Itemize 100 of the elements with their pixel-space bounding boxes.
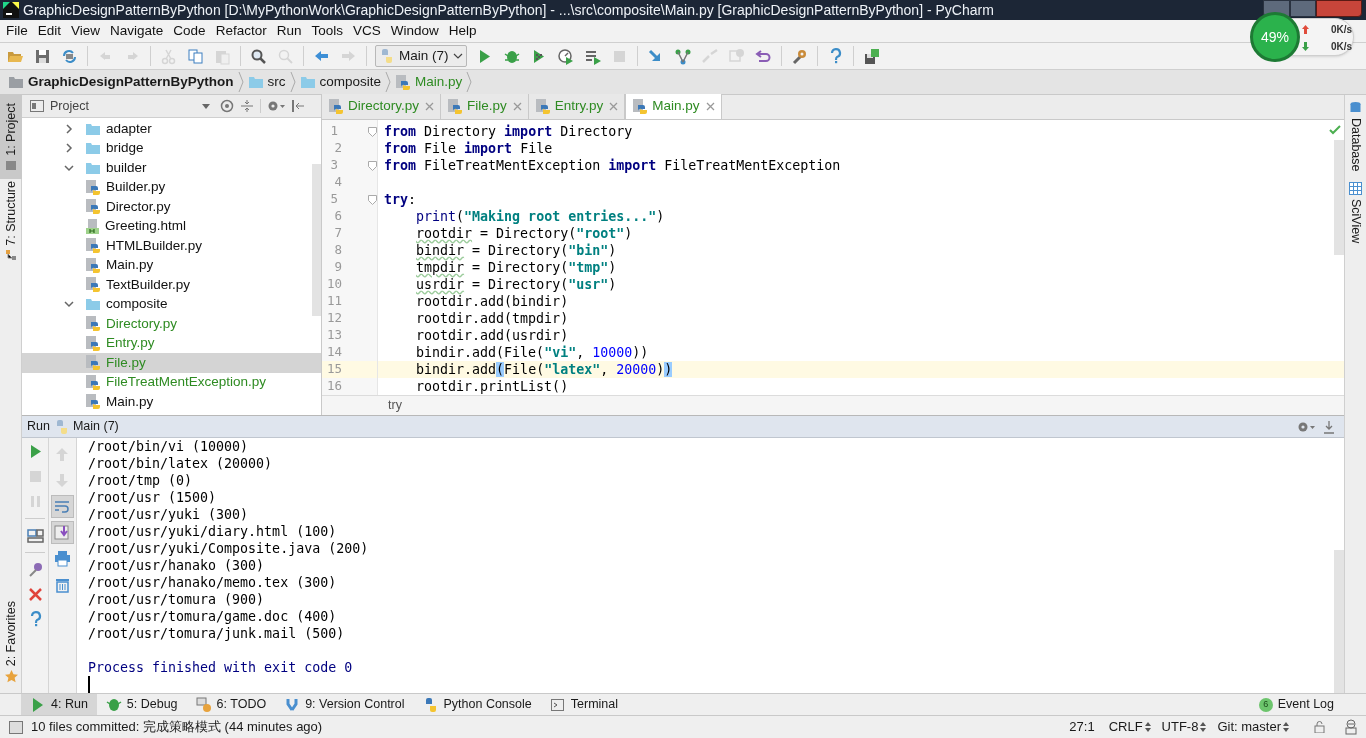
tree-item[interactable]: Entry.py [22,333,155,353]
breadcrumb-item[interactable]: composite [299,70,386,94]
line-number: 8 [333,241,342,260]
vcs-commit-icon[interactable] [673,47,691,65]
menu-item[interactable]: Run [271,20,307,42]
cursor-position[interactable]: 27:1 [1069,717,1095,737]
save-icon[interactable] [34,47,51,65]
copy-icon[interactable] [187,47,204,65]
console-line: /root/usr/yuki/Composite.java (200) [88,540,370,557]
breadcrumb-item[interactable]: GraphicDesignPatternByPython [8,70,238,94]
tree-item[interactable]: Director.py [22,197,171,217]
revert-icon[interactable] [754,47,772,65]
tool-window-tab[interactable]: 9: Version Control [275,693,414,716]
download-speed: 0K/s [1330,40,1352,54]
tree-item[interactable]: adapter [22,119,152,139]
tree-item[interactable]: TextBuilder.py [22,275,191,295]
tree-item[interactable]: Builder.py [22,177,166,197]
code-text: : [408,192,417,207]
menu-item[interactable]: Window [385,20,444,42]
trash-icon[interactable] [54,576,71,593]
console-line: /root/usr/yuki/diary.html (100) [88,523,338,540]
close-button[interactable] [1316,0,1362,17]
sync-icon[interactable] [61,47,78,65]
menu-item[interactable]: Navigate [105,20,169,42]
git-branch-selector[interactable]: Git: master [1217,717,1289,737]
tool-window-tab[interactable]: 6: TODO [186,693,276,716]
line-separator-selector[interactable]: CRLF [1108,717,1151,737]
tool-window-tab[interactable]: Python Console [413,693,541,716]
code-keyword: from [384,141,417,156]
code-keyword: import [504,124,553,139]
fold-marker-icon[interactable] [368,160,377,171]
search-icon[interactable] [250,47,267,65]
menu-item[interactable]: Edit [32,20,67,42]
close-icon [425,102,434,111]
console-line: /root/usr/tomura/junk.mail (500) [88,625,346,642]
line-number: 10 [325,275,342,294]
tool-window-tab[interactable]: Terminal [540,693,627,716]
number-literal: 10000 [592,345,633,360]
scrollbar[interactable] [1334,550,1344,693]
code-text: = Directory( [479,226,577,241]
breadcrumb-item[interactable]: Main.py [395,70,467,94]
close-icon[interactable] [26,586,44,603]
printer-icon[interactable] [54,550,71,567]
breadcrumb-item[interactable]: src [247,70,290,94]
upload-arrow-icon [1302,25,1309,34]
code-text: ) [608,260,617,275]
layout-icon[interactable] [26,527,44,544]
tree-item[interactable]: Greeting.html [22,216,187,236]
locate-icon [220,99,234,113]
tool-window-tab[interactable]: SciView [1345,179,1366,245]
tool-window-tab[interactable]: Database [1345,99,1366,174]
tool-window-tab[interactable]: 5: Debug [96,693,187,716]
matched-bracket: ) [664,362,673,377]
menu-item[interactable]: VCS [347,20,386,42]
window-title: GraphicDesignPatternByPython [D:\MyPythonWork\GraphicDesignPatternByPython] - ...\src\composite\Main.py [GraphicDesignPatternByPython] - PyCharm [23,0,994,20]
code-keyword: import [608,158,657,173]
scrollbar[interactable] [1334,140,1344,255]
tool-window-tab[interactable]: 2: Favorites [0,594,22,689]
code-text: File [423,141,458,156]
tree-item[interactable]: builder [22,158,147,178]
tree-item[interactable]: HTMLBuilder.py [22,236,203,256]
python-file-icon [447,98,463,115]
tree-item[interactable]: Directory.py [22,314,177,334]
menu-item[interactable]: View [66,20,106,42]
editor-tab[interactable]: Entry.py [528,94,626,119]
editor-tab[interactable]: Main.py [625,94,722,119]
tree-item[interactable]: Main.py [22,255,154,275]
menu-item[interactable]: Refactor [210,20,272,42]
tool-window-tab[interactable]: 4: Run [21,693,97,716]
event-log-tab[interactable]: 6 Event Log [1258,695,1366,714]
panel-toggle-icon[interactable] [9,720,23,734]
tool-window-tab[interactable]: 1: Project [0,95,22,179]
code-text: rootdir.add(bindir) [415,294,569,309]
wrench-icon[interactable] [790,47,808,65]
soft-wrap-icon[interactable] [54,498,71,515]
encoding-selector[interactable]: UTF-8 [1161,717,1207,737]
editor-tab[interactable]: File.py [441,94,529,119]
scroll-to-end-icon[interactable] [54,524,71,541]
sdk-manager-icon[interactable] [862,47,880,65]
scrollbar[interactable] [312,164,321,316]
chevron-right-icon [289,71,296,93]
code-breadcrumb[interactable]: try [388,396,402,415]
tree-item[interactable]: composite [22,294,168,314]
run-configuration-dropdown[interactable]: Main (7) [375,45,467,67]
profiler-icon[interactable] [556,47,574,65]
fold-marker-icon[interactable] [368,126,377,137]
menu-item[interactable]: Help [443,20,482,42]
tree-item[interactable]: FileTreatMentException.py [22,372,267,392]
star-icon [4,670,18,683]
tree-item[interactable]: bridge [22,138,144,158]
menu-item[interactable]: File [1,20,33,42]
menu-item[interactable]: Tools [306,20,348,42]
tool-window-tab[interactable]: 7: Structure [0,179,22,263]
folder-icon [5,159,17,172]
menu-item[interactable]: Code [168,20,211,42]
editor-tab[interactable]: Directory.py [322,94,441,119]
fold-marker-icon[interactable] [368,194,377,205]
tree-item[interactable]: Main.py [22,392,154,412]
run-tab[interactable]: Main (7) [53,417,119,436]
restore-button[interactable] [1290,0,1316,17]
